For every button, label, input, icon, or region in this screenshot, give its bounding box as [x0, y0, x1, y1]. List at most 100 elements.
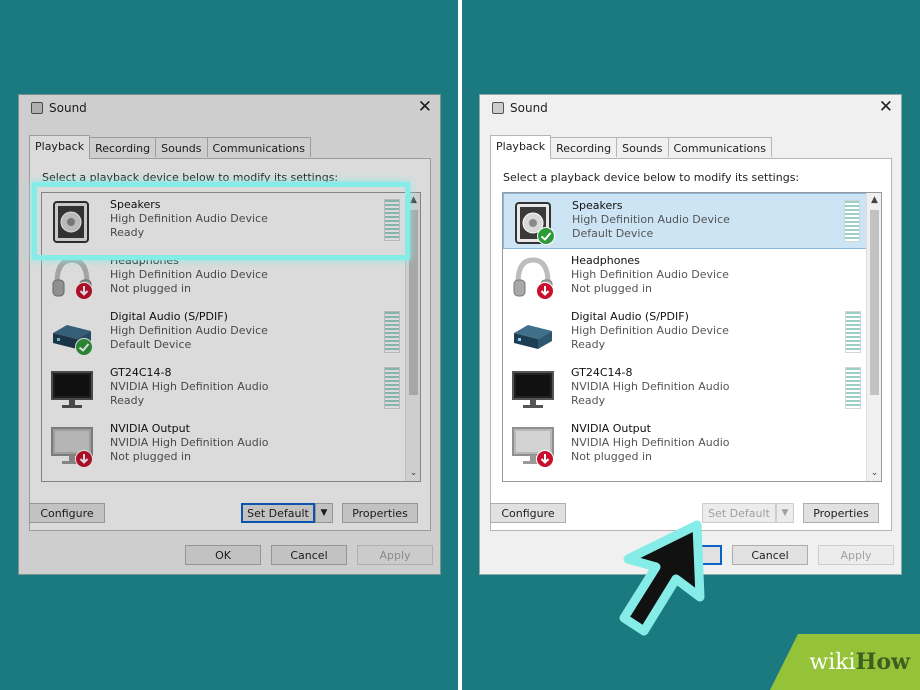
dialog-title: Sound [31, 101, 87, 115]
level-meter [384, 199, 400, 241]
device-status: Not plugged in [110, 450, 192, 463]
device-speakers[interactable]: Speakers High Definition Audio Device Re… [42, 193, 406, 249]
device-name: Headphones [110, 254, 179, 267]
level-meter [384, 367, 400, 409]
default-check-icon [75, 338, 93, 356]
instruction-text: Select a playback device below to modify… [42, 171, 339, 184]
set-default-dropdown-button[interactable]: ▼ [776, 503, 794, 523]
device-headphones[interactable]: Headphones High Definition Audio Device … [42, 249, 406, 305]
device-description: High Definition Audio Device [110, 212, 268, 225]
device-description: NVIDIA High Definition Audio [571, 436, 730, 449]
tab-communications[interactable]: Communications [667, 137, 772, 157]
set-default-button[interactable]: Set Default [241, 503, 315, 523]
scroll-thumb[interactable] [409, 210, 418, 395]
device-status: Not plugged in [571, 450, 653, 463]
device-description: High Definition Audio Device [110, 268, 268, 281]
apply-button[interactable]: Apply [357, 545, 433, 565]
scroll-up-arrow[interactable]: ▲ [406, 193, 420, 208]
sound-dialog: Sound ✕ Playback Recording Sounds Commun… [479, 94, 902, 575]
speaker-icon [49, 199, 95, 245]
device-digital-audio[interactable]: Digital Audio (S/PDIF) High Definition A… [42, 305, 406, 361]
cancel-button[interactable]: Cancel [271, 545, 347, 565]
device-name: Speakers [572, 199, 623, 212]
tab-playback[interactable]: Playback [29, 135, 91, 159]
left-panel: Sound ✕ Playback Recording Sounds Commun… [0, 0, 458, 690]
sound-icon [31, 102, 43, 114]
scroll-down-arrow[interactable]: ⌄ [867, 466, 881, 481]
device-description: High Definition Audio Device [571, 324, 729, 337]
device-digital-audio[interactable]: Digital Audio (S/PDIF) High Definition A… [503, 305, 867, 361]
device-list-scrollbar[interactable]: ▲ ⌄ [866, 193, 881, 481]
device-name: Speakers [110, 198, 161, 211]
tab-sounds[interactable]: Sounds [616, 137, 669, 157]
device-nvidia-output[interactable]: NVIDIA Output NVIDIA High Definition Aud… [42, 417, 406, 473]
playback-pane: Select a playback device below to modify… [29, 158, 431, 531]
scroll-down-arrow[interactable]: ⌄ [406, 466, 420, 481]
ok-button[interactable]: OK [185, 545, 261, 565]
device-list[interactable]: Speakers High Definition Audio Device Re… [41, 192, 421, 482]
device-name: NVIDIA Output [571, 422, 651, 435]
device-speakers[interactable]: Speakers High Definition Audio Device De… [503, 193, 867, 249]
tab-recording[interactable]: Recording [550, 137, 618, 157]
watermark-how: How [855, 649, 910, 675]
instruction-text: Select a playback device below to modify… [503, 171, 800, 184]
apply-button[interactable]: Apply [818, 545, 894, 565]
device-status: Ready [571, 394, 606, 407]
watermark-wiki: wiki [809, 649, 856, 675]
level-meter [384, 311, 400, 353]
properties-button[interactable]: Properties [342, 503, 418, 523]
tab-recording[interactable]: Recording [89, 137, 157, 157]
tab-playback[interactable]: Playback [490, 135, 552, 159]
device-status: Ready [571, 338, 606, 351]
level-meter [845, 311, 861, 353]
device-description: High Definition Audio Device [110, 324, 268, 337]
tab-bar: Playback Recording Sounds Communications [490, 135, 772, 159]
unplugged-arrow-icon [75, 282, 93, 300]
device-nvidia-output[interactable]: NVIDIA Output NVIDIA High Definition Aud… [503, 417, 867, 473]
tab-bar: Playback Recording Sounds Communications [29, 135, 311, 159]
unplugged-arrow-icon [75, 450, 93, 468]
device-status: Ready [110, 226, 145, 239]
pointer-arrow-icon [619, 520, 705, 636]
close-button[interactable]: ✕ [418, 97, 432, 117]
device-description: NVIDIA High Definition Audio [571, 380, 730, 393]
device-description: High Definition Audio Device [572, 213, 730, 226]
device-name: GT24C14-8 [571, 366, 633, 379]
set-default-dropdown-button[interactable]: ▼ [315, 503, 333, 523]
default-check-icon [537, 227, 555, 245]
device-status: Not plugged in [571, 282, 653, 295]
device-name: GT24C14-8 [110, 366, 172, 379]
device-gt24c14[interactable]: GT24C14-8 NVIDIA High Definition Audio R… [503, 361, 867, 417]
tab-communications[interactable]: Communications [206, 137, 311, 157]
device-status: Ready [110, 394, 145, 407]
close-button[interactable]: ✕ [879, 97, 893, 117]
device-gt24c14[interactable]: GT24C14-8 NVIDIA High Definition Audio R… [42, 361, 406, 417]
level-meter [844, 200, 860, 242]
device-name: NVIDIA Output [110, 422, 190, 435]
device-name: Digital Audio (S/PDIF) [110, 310, 228, 323]
device-list[interactable]: Speakers High Definition Audio Device De… [502, 192, 882, 482]
monitor-icon [510, 367, 556, 413]
scroll-up-arrow[interactable]: ▲ [867, 193, 881, 208]
sound-dialog: Sound ✕ Playback Recording Sounds Commun… [18, 94, 441, 575]
device-status: Not plugged in [110, 282, 192, 295]
properties-button[interactable]: Properties [803, 503, 879, 523]
dialog-title: Sound [492, 101, 548, 115]
device-description: NVIDIA High Definition Audio [110, 380, 269, 393]
configure-button[interactable]: Configure [29, 503, 105, 523]
device-list-scrollbar[interactable]: ▲ ⌄ [405, 193, 420, 481]
configure-button[interactable]: Configure [490, 503, 566, 523]
device-description: NVIDIA High Definition Audio [110, 436, 269, 449]
device-status: Default Device [110, 338, 192, 351]
dialog-title-text: Sound [49, 101, 87, 115]
unplugged-arrow-icon [536, 282, 554, 300]
sound-icon [492, 102, 504, 114]
device-headphones[interactable]: Headphones High Definition Audio Device … [503, 249, 867, 305]
playback-pane: Select a playback device below to modify… [490, 158, 892, 531]
cancel-button[interactable]: Cancel [732, 545, 808, 565]
dialog-title-text: Sound [510, 101, 548, 115]
scroll-thumb[interactable] [870, 210, 879, 395]
tab-sounds[interactable]: Sounds [155, 137, 208, 157]
device-name: Headphones [571, 254, 640, 267]
device-description: High Definition Audio Device [571, 268, 729, 281]
